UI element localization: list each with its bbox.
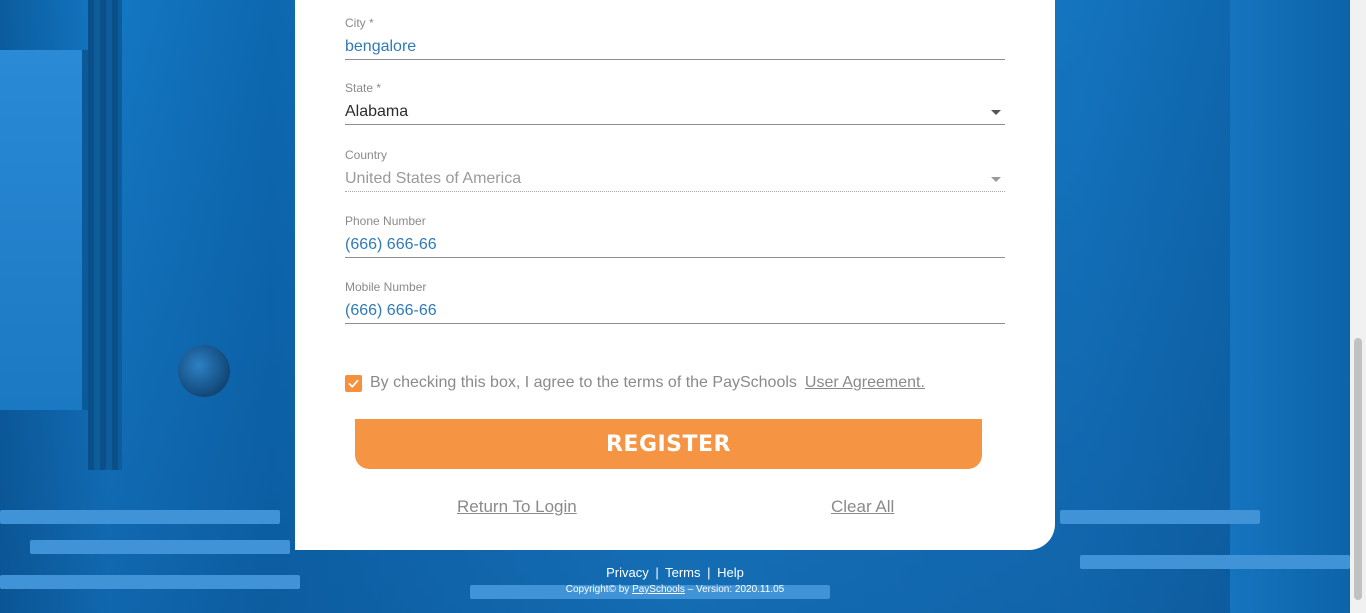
register-button[interactable]: REGISTER: [355, 419, 982, 469]
city-field[interactable]: City * bengalore: [345, 16, 1005, 60]
help-link[interactable]: Help: [717, 565, 744, 580]
background-globe: [178, 345, 230, 397]
state-value: Alabama: [345, 103, 409, 120]
mobile-label: Mobile Number: [345, 280, 427, 294]
phone-field[interactable]: Phone Number (666) 666-66: [345, 214, 1005, 258]
clear-all-link[interactable]: Clear All: [831, 497, 894, 517]
mobile-input[interactable]: (666) 666-66: [345, 298, 1005, 324]
state-select[interactable]: Alabama: [345, 99, 1005, 125]
registration-card: City * bengalore State * Alabama Country…: [295, 0, 1055, 550]
background-window: [0, 50, 90, 410]
state-label: State *: [345, 81, 382, 95]
chevron-down-icon[interactable]: [991, 110, 1001, 115]
footer: Privacy | Terms | Help Copyright© by Pay…: [295, 565, 1055, 595]
page-scrollbar[interactable]: [1350, 0, 1366, 613]
background-desk: [0, 575, 300, 589]
phone-label: Phone Number: [345, 214, 426, 228]
agreement-row: By checking this box, I agree to the ter…: [345, 372, 925, 394]
footer-separator: |: [655, 565, 659, 580]
background-desk: [1080, 555, 1350, 569]
phone-input[interactable]: (666) 666-66: [345, 232, 1005, 258]
background-desk: [0, 510, 280, 524]
copyright-prefix: Copyright© by: [565, 584, 630, 595]
scrollbar-thumb[interactable]: [1354, 338, 1362, 600]
version-text: – Version: 2020.11.05: [687, 584, 785, 595]
background-desk: [1060, 510, 1260, 524]
city-label: City *: [345, 16, 374, 30]
return-to-login-link[interactable]: Return To Login: [457, 497, 577, 517]
privacy-link[interactable]: Privacy: [606, 565, 649, 580]
state-field[interactable]: State * Alabama: [345, 81, 1005, 125]
user-agreement-link[interactable]: User Agreement.: [805, 374, 925, 392]
background-desk: [30, 540, 290, 554]
terms-link[interactable]: Terms: [665, 565, 700, 580]
country-field: Country United States of America: [345, 148, 1005, 192]
background-curtain: [88, 0, 122, 470]
copyright: Copyright© by PaySchools – Version: 2020…: [295, 584, 1055, 595]
footer-separator: |: [707, 565, 711, 580]
footer-links: Privacy | Terms | Help: [295, 565, 1055, 580]
agreement-checkbox[interactable]: [345, 374, 362, 392]
payschools-link[interactable]: PaySchools: [632, 584, 685, 595]
chevron-down-icon: [991, 177, 1001, 182]
mobile-field[interactable]: Mobile Number (666) 666-66: [345, 280, 1005, 324]
agreement-text: By checking this box, I agree to the ter…: [370, 374, 797, 391]
city-input[interactable]: bengalore: [345, 34, 1005, 60]
country-value: United States of America: [345, 170, 522, 187]
country-select: United States of America: [345, 166, 1005, 192]
country-label: Country: [345, 148, 388, 162]
checkmark-icon: [348, 379, 359, 388]
